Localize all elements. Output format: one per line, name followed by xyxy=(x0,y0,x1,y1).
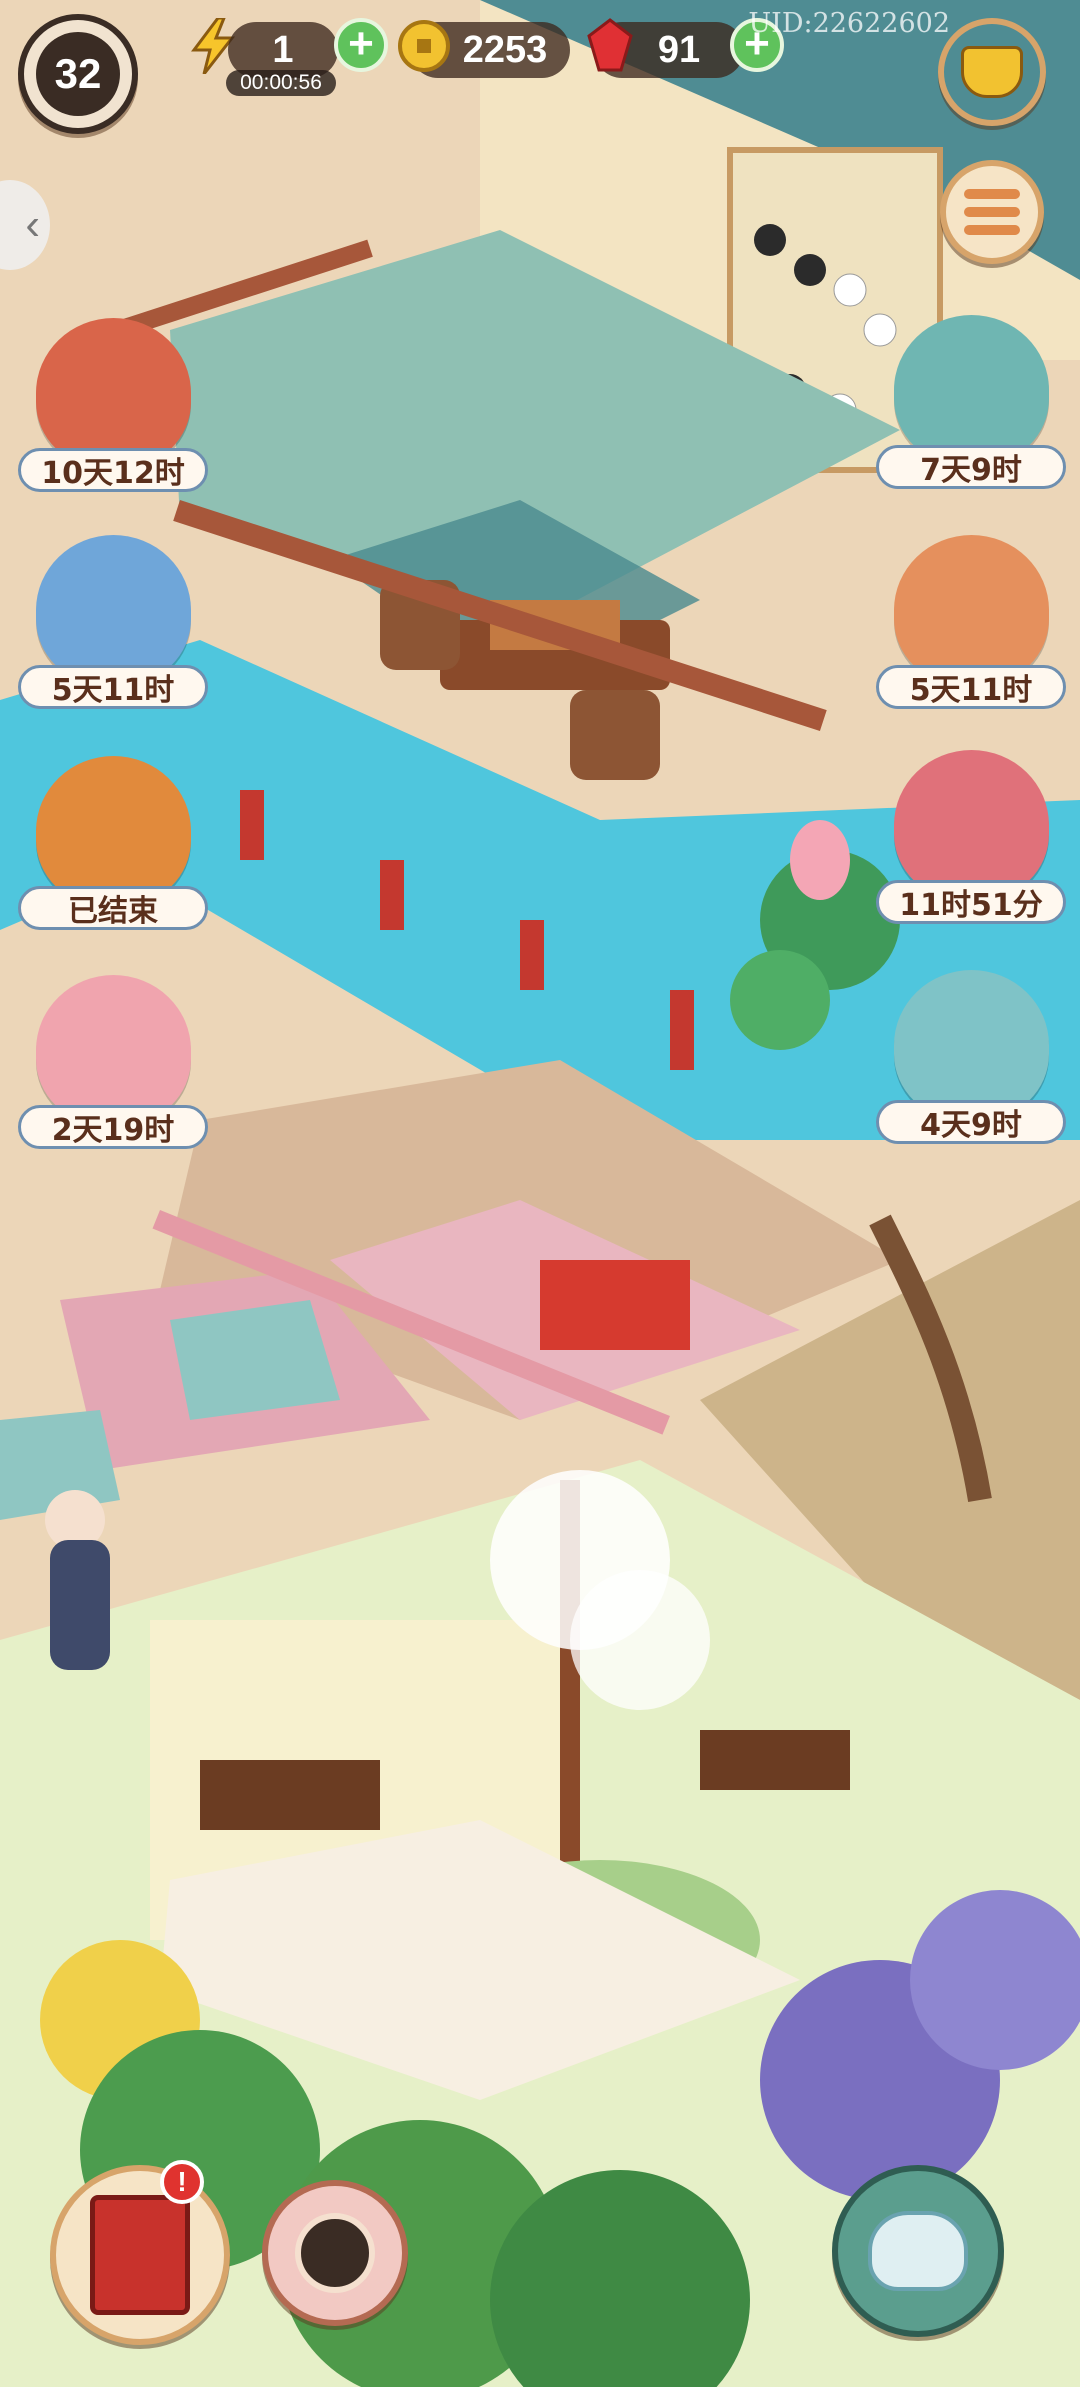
list-menu-icon xyxy=(964,189,1020,235)
chevron-left-icon: ‹ xyxy=(25,200,40,249)
coins-value: 2253 xyxy=(462,28,548,71)
event-timer: 7天9时 xyxy=(876,445,1066,489)
character-portrait-icon xyxy=(295,2213,375,2293)
player-level-badge[interactable]: 32 xyxy=(18,14,138,134)
scholar-character xyxy=(45,1490,110,1670)
user-id: UID:22622602 xyxy=(748,8,950,39)
event-timer: 10天12时 xyxy=(18,448,208,492)
add-energy-button[interactable]: + xyxy=(334,18,388,72)
snowman-cats-icon xyxy=(36,535,191,685)
event-ice-cat[interactable]: 4天9时 xyxy=(876,970,1066,1160)
event-timer: 5天11时 xyxy=(876,665,1066,709)
event-timer: 11时51分 xyxy=(876,880,1066,924)
chinchilla-icon xyxy=(36,975,191,1125)
event-orange-cat[interactable]: 5天11时 xyxy=(876,535,1066,725)
event-timer: 5天11时 xyxy=(18,665,208,709)
event-timer: 2天19时 xyxy=(18,1105,208,1149)
teapot-icon xyxy=(868,2211,968,2291)
gem-icon xyxy=(585,18,635,74)
event-phoenix[interactable]: 已结束 xyxy=(18,756,208,946)
notification-badge: ! xyxy=(160,2160,204,2204)
event-tiger-cat[interactable]: 7天9时 xyxy=(876,315,1066,505)
event-chinchilla[interactable]: 2天19时 xyxy=(18,975,208,1165)
event-maple-book[interactable]: 10天12时 xyxy=(18,318,208,508)
maple-book-icon xyxy=(36,318,191,468)
energy-value: 1 xyxy=(272,28,294,71)
teapot-button[interactable] xyxy=(832,2165,1004,2337)
energy-timer: 00:00:56 xyxy=(226,70,336,96)
treasure-pot-icon xyxy=(961,46,1023,98)
character-button[interactable] xyxy=(262,2180,408,2326)
event-timer: 4天9时 xyxy=(876,1100,1066,1144)
tiger-cat-icon xyxy=(894,315,1049,465)
menu-button[interactable] xyxy=(940,160,1044,264)
phoenix-icon xyxy=(36,756,191,906)
gems-value: 91 xyxy=(657,28,701,71)
quest-book-button[interactable] xyxy=(50,2165,230,2345)
coin-icon xyxy=(398,20,450,72)
red-cat-icon xyxy=(894,750,1049,900)
orange-cat-icon xyxy=(894,535,1049,685)
ice-cat-icon xyxy=(894,970,1049,1120)
event-timer: 已结束 xyxy=(18,886,208,930)
red-book-icon xyxy=(90,2195,190,2315)
shop-button[interactable] xyxy=(938,18,1046,126)
level-number: 32 xyxy=(54,50,102,97)
event-snowman-cats[interactable]: 5天11时 xyxy=(18,535,208,725)
event-red-cat[interactable]: 11时51分 xyxy=(876,750,1066,940)
